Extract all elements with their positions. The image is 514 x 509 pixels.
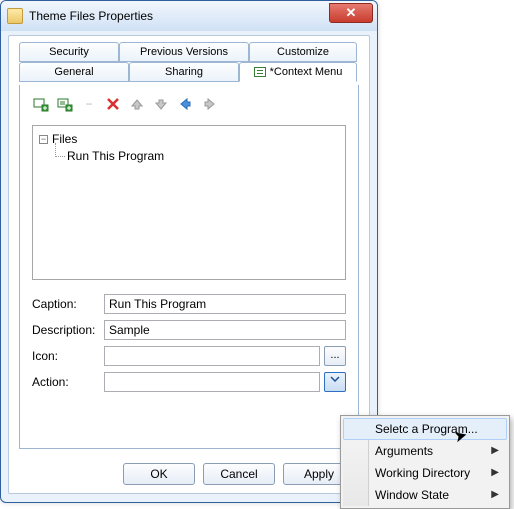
menu-item-label: Seletc a Program... — [375, 422, 478, 436]
icon-label: Icon: — [32, 349, 104, 363]
item-form: Caption: Description: Icon: ... Action: — [20, 288, 358, 392]
titlebar[interactable]: Theme Files Properties ✕ — [1, 1, 377, 31]
action-input[interactable] — [104, 372, 320, 392]
description-label: Description: — [32, 323, 104, 337]
move-down-button[interactable] — [152, 95, 170, 113]
properties-window: Theme Files Properties ✕ Security Previo… — [0, 0, 378, 503]
tab-context-menu[interactable]: *Context Menu — [239, 62, 357, 82]
close-button[interactable]: ✕ — [329, 3, 373, 23]
tab-security[interactable]: Security — [19, 42, 119, 62]
remove-item-button[interactable]: − — [80, 95, 98, 113]
tree-root[interactable]: − Files — [39, 132, 339, 146]
submenu-arrow-icon: ▶ — [491, 462, 499, 484]
tab-panel: − − Files — [19, 85, 359, 449]
menu-item-label: Arguments — [375, 444, 433, 458]
ok-button[interactable]: OK — [123, 463, 195, 485]
caption-input[interactable] — [104, 294, 346, 314]
action-label: Action: — [32, 375, 104, 389]
client-area: Security Previous Versions Customize Gen… — [8, 35, 370, 494]
tab-general[interactable]: General — [19, 62, 129, 82]
chevron-down-icon — [330, 374, 340, 384]
caption-label: Caption: — [32, 297, 104, 311]
cancel-button[interactable]: Cancel — [203, 463, 275, 485]
action-popup-menu: Seletc a Program... Arguments ▶ Working … — [340, 415, 510, 509]
icon-input[interactable] — [104, 346, 320, 366]
tab-strip: Security Previous Versions Customize Gen… — [19, 42, 359, 86]
add-scope-button[interactable] — [32, 95, 50, 113]
tree-item-label: Run This Program — [67, 149, 164, 163]
browse-icon-button[interactable]: ... — [324, 346, 346, 366]
add-item-button[interactable] — [56, 95, 74, 113]
move-up-button[interactable] — [128, 95, 146, 113]
forward-button[interactable] — [200, 95, 218, 113]
menu-item-label: Working Directory — [375, 466, 470, 480]
dialog-buttons: OK Cancel Apply — [9, 463, 369, 485]
tab-context-menu-label: *Context Menu — [270, 66, 343, 78]
toolbar: − — [20, 85, 358, 121]
description-input[interactable] — [104, 320, 346, 340]
menu-working-directory[interactable]: Working Directory ▶ — [343, 462, 507, 484]
tab-sharing[interactable]: Sharing — [129, 62, 239, 82]
menu-select-program[interactable]: Seletc a Program... — [343, 418, 507, 440]
menu-item-label: Window State — [375, 488, 449, 502]
context-menu-icon — [254, 67, 266, 77]
menu-arguments[interactable]: Arguments ▶ — [343, 440, 507, 462]
submenu-arrow-icon: ▶ — [491, 440, 499, 462]
expander-icon[interactable]: − — [39, 135, 48, 144]
window-title: Theme Files Properties — [29, 9, 153, 23]
tab-customize[interactable]: Customize — [249, 42, 357, 62]
menu-window-state[interactable]: Window State ▶ — [343, 484, 507, 506]
back-button[interactable] — [176, 95, 194, 113]
tab-previous-versions[interactable]: Previous Versions — [119, 42, 249, 62]
folder-icon — [7, 8, 23, 24]
action-dropdown-button[interactable] — [324, 372, 346, 392]
tree-item[interactable]: Run This Program — [55, 149, 339, 163]
items-tree[interactable]: − Files Run This Program — [32, 125, 346, 280]
submenu-arrow-icon: ▶ — [491, 484, 499, 506]
delete-button[interactable] — [104, 95, 122, 113]
